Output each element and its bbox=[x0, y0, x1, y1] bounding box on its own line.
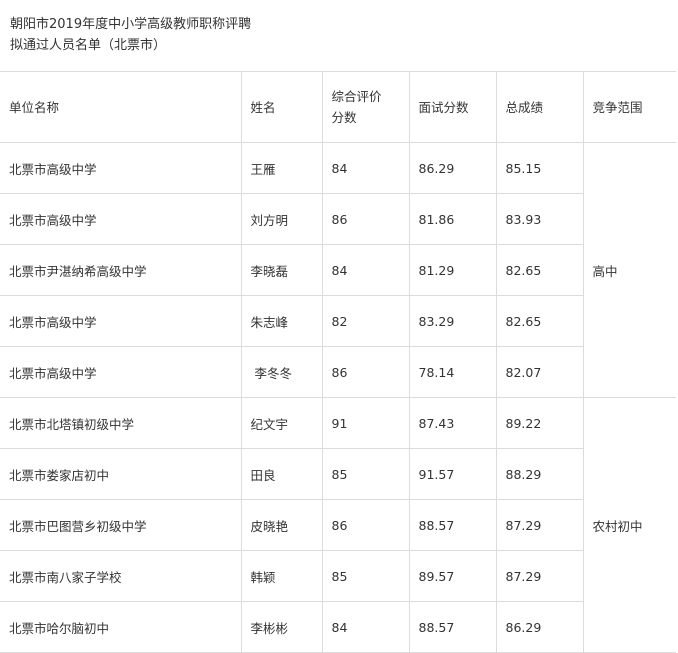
table-header-row: 单位名称 姓名 综合评价分数 面试分数 总成绩 竞争范围 bbox=[0, 71, 676, 143]
table-row: 北票市巴图营乡初级中学 皮晓艳 86 88.57 87.29 bbox=[0, 499, 676, 551]
cell-interview: 88.57 bbox=[408, 601, 497, 653]
cell-name: 皮晓艳 bbox=[240, 499, 323, 551]
cell-total: 88.29 bbox=[495, 448, 584, 500]
cell-unit: 北票市高级中学 bbox=[0, 295, 242, 347]
cell-eval: 85 bbox=[321, 550, 410, 602]
cell-eval: 82 bbox=[321, 295, 410, 347]
cell-interview: 88.57 bbox=[408, 499, 497, 551]
cell-unit: 北票市娄家店初中 bbox=[0, 448, 242, 500]
cell-total: 86.29 bbox=[495, 601, 584, 653]
cell-interview: 91.57 bbox=[408, 448, 497, 500]
header-eval-line2: 分数 bbox=[331, 110, 357, 125]
cell-unit: 北票市巴图营乡初级中学 bbox=[0, 499, 242, 551]
cell-total: 82.07 bbox=[495, 346, 584, 398]
cell-total: 89.22 bbox=[495, 397, 584, 449]
cell-scope-rural: 农村初中 bbox=[582, 397, 676, 653]
header-name: 姓名 bbox=[240, 71, 323, 143]
cell-name: 李晓磊 bbox=[240, 244, 323, 296]
cell-total: 82.65 bbox=[495, 244, 584, 296]
cell-interview: 87.43 bbox=[408, 397, 497, 449]
table-row: 北票市南八家子学校 韩颖 85 89.57 87.29 bbox=[0, 550, 676, 602]
table-row: 北票市哈尔脑初中 李彬彬 84 88.57 86.29 bbox=[0, 601, 676, 653]
header-unit: 单位名称 bbox=[0, 71, 242, 143]
cell-interview: 81.86 bbox=[408, 193, 497, 245]
cell-interview: 81.29 bbox=[408, 244, 497, 296]
cell-name: 纪文宇 bbox=[240, 397, 323, 449]
cell-total: 87.29 bbox=[495, 499, 584, 551]
cell-total: 87.29 bbox=[495, 550, 584, 602]
cell-eval: 84 bbox=[321, 601, 410, 653]
table-row: 北票市北塔镇初级中学 纪文宇 91 87.43 89.22 农村初中 bbox=[0, 397, 676, 653]
cell-interview: 89.57 bbox=[408, 550, 497, 602]
cell-name: 朱志峰 bbox=[240, 295, 323, 347]
table-row: 北票市高级中学 王雁 84 86.29 85.15 高中 bbox=[0, 142, 676, 398]
cell-eval: 91 bbox=[321, 397, 410, 449]
cell-eval: 86 bbox=[321, 499, 410, 551]
table-row: 北票市高级中学 朱志峰 82 83.29 82.65 bbox=[0, 295, 676, 347]
table-row: 北票市娄家店初中 田良 85 91.57 88.29 bbox=[0, 448, 676, 500]
cell-eval: 84 bbox=[321, 244, 410, 296]
document-title: 朝阳市2019年度中小学高级教师职称评聘 拟通过人员名单（北票市） bbox=[10, 14, 251, 56]
cell-unit: 北票市高级中学 bbox=[0, 346, 242, 398]
cell-unit: 北票市高级中学 bbox=[0, 193, 242, 245]
cell-name: 王雁 bbox=[240, 142, 323, 194]
cell-interview: 86.29 bbox=[408, 142, 497, 194]
header-eval: 综合评价 分数 bbox=[321, 71, 410, 143]
header-eval-line1: 综合评价 bbox=[331, 89, 382, 104]
cell-total: 85.15 bbox=[495, 142, 584, 194]
title-line-2: 拟通过人员名单（北票市） bbox=[10, 38, 167, 53]
header-scope: 竞争范围 bbox=[582, 71, 676, 143]
table-row: 北票市尹湛纳希高级中学 李晓磊 84 81.29 82.65 bbox=[0, 244, 676, 296]
cell-eval: 84 bbox=[321, 142, 410, 194]
cell-interview: 83.29 bbox=[408, 295, 497, 347]
cell-scope-high: 高中 bbox=[582, 142, 676, 398]
cell-name: 田良 bbox=[240, 448, 323, 500]
cell-unit: 北票市高级中学 bbox=[0, 142, 242, 194]
cell-name: 刘方明 bbox=[240, 193, 323, 245]
cell-eval: 85 bbox=[321, 448, 410, 500]
cell-name: 李冬冬 bbox=[240, 346, 323, 398]
cell-interview: 78.14 bbox=[408, 346, 497, 398]
header-interview: 面试分数 bbox=[408, 71, 497, 143]
cell-name: 李彬彬 bbox=[240, 601, 323, 653]
header-total: 总成绩 bbox=[495, 71, 584, 143]
cell-eval: 86 bbox=[321, 193, 410, 245]
cell-total: 83.93 bbox=[495, 193, 584, 245]
cell-unit: 北票市尹湛纳希高级中学 bbox=[0, 244, 242, 296]
cell-name: 韩颖 bbox=[240, 550, 323, 602]
title-line-1: 朝阳市2019年度中小学高级教师职称评聘 bbox=[10, 17, 252, 32]
cell-total: 82.65 bbox=[495, 295, 584, 347]
cell-unit: 北票市北塔镇初级中学 bbox=[0, 397, 242, 449]
candidate-table: 单位名称 姓名 综合评价分数 面试分数 总成绩 竞争范围 北票市高级中学 王雁 … bbox=[0, 71, 676, 653]
table-row: 北票市高级中学 李冬冬 86 78.14 82.07 bbox=[0, 346, 676, 398]
cell-unit: 北票市南八家子学校 bbox=[0, 550, 242, 602]
cell-unit: 北票市哈尔脑初中 bbox=[0, 601, 242, 653]
cell-eval: 86 bbox=[321, 346, 410, 398]
table-row: 北票市高级中学 刘方明 86 81.86 83.93 bbox=[0, 193, 676, 245]
